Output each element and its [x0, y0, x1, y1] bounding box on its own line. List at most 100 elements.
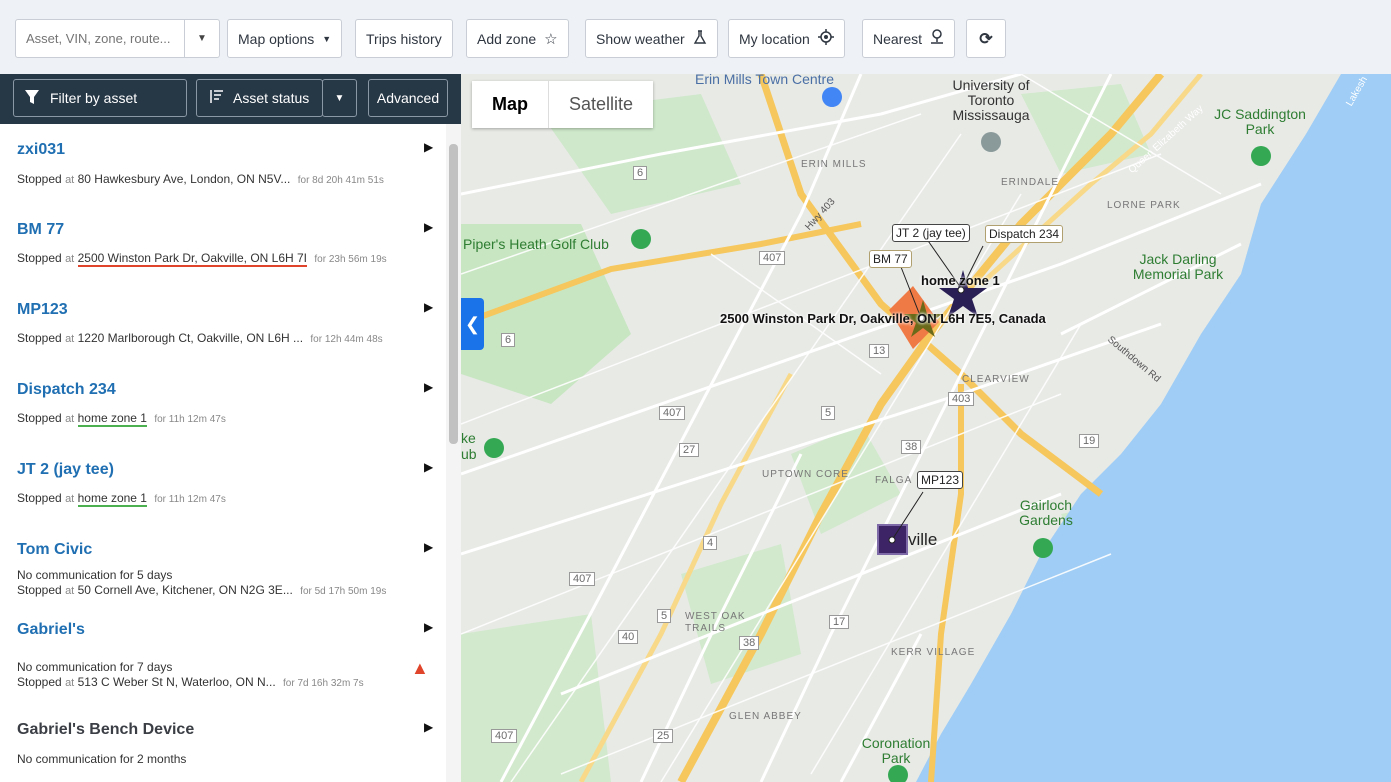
asset-name[interactable]: JT 2 (jay tee) — [17, 461, 114, 479]
duration-text: for 11h 12m 47s — [154, 494, 226, 505]
road-shield: 38 — [901, 440, 922, 454]
nearest-label: Nearest — [873, 30, 923, 47]
scrollbar-thumb[interactable] — [449, 144, 458, 444]
at-text: at — [65, 253, 75, 265]
map-label: Coronation Park — [861, 735, 931, 766]
map-options-button[interactable]: Map options ▼ — [227, 19, 343, 58]
map-label: KERR VILLAGE — [891, 647, 976, 658]
map-label: ERINDALE — [1001, 177, 1060, 188]
asset-marker-label[interactable]: MP123 — [917, 471, 964, 489]
map-label: Gairloch Gardens — [1019, 497, 1073, 528]
zone-star-icon: ☆ — [544, 30, 558, 48]
list-item[interactable]: MP123 ▶ Stopped at 1220 Marlborough Ct, … — [0, 284, 446, 364]
search-input[interactable] — [16, 31, 184, 46]
list-item[interactable]: Tom Civic ▶ No communication for 5 days … — [0, 524, 446, 604]
map-label: ke — [461, 430, 476, 446]
location-text: 80 Hawkesbury Ave, London, ON N5V... — [77, 172, 291, 186]
sort-icon — [209, 89, 224, 107]
asset-status-line: Stopped at 2500 Winston Park Dr, Oakvill… — [17, 251, 387, 267]
zone-link[interactable]: home zone 1 — [77, 411, 147, 427]
panel-header: Filter by asset Asset status ▼ Advanced — [0, 74, 461, 124]
status-text: Stopped — [17, 675, 62, 689]
add-zone-button[interactable]: Add zone ☆ — [466, 19, 569, 58]
map-label: WEST OAK TRAILS — [685, 611, 746, 634]
duration-text: for 11h 12m 47s — [154, 414, 226, 425]
communication-text: No communication for 2 months — [17, 752, 187, 766]
location-link[interactable]: 2500 Winston Park Dr, Oakville, ON L6H 7… — [77, 251, 308, 267]
location-text: 513 C Weber St N, Waterloo, ON N... — [77, 675, 276, 689]
map-label: Piper's Heath Golf Club — [463, 236, 609, 252]
tab-map[interactable]: Map — [472, 81, 549, 128]
road-shield: 5 — [657, 609, 672, 623]
asset-marker-label[interactable]: Dispatch 234 — [985, 225, 1064, 243]
expand-arrow-icon[interactable]: ▶ — [424, 620, 433, 634]
road-shield: 25 — [653, 729, 674, 743]
status-text: Stopped — [17, 491, 62, 505]
map-label: JC Saddington Park — [1214, 106, 1306, 137]
duration-text: for 7d 16h 32m 7s — [283, 678, 364, 689]
asset-name[interactable]: Dispatch 234 — [17, 381, 116, 399]
list-scrollbar[interactable] — [446, 124, 461, 782]
asset-name[interactable]: Tom Civic — [17, 541, 92, 559]
top-toolbar: ▼ Map options ▼ Trips history Add zone ☆… — [0, 0, 1391, 74]
person-pin-icon — [930, 28, 944, 49]
list-item[interactable]: zxi031 ▶ Stopped at 80 Hawkesbury Ave, L… — [0, 124, 446, 204]
asset-marker-label[interactable]: JT 2 (jay tee) — [892, 224, 970, 242]
address-label: 2500 Winston Park Dr, Oakville, ON L6H 7… — [720, 311, 1046, 326]
expand-arrow-icon[interactable]: ▶ — [424, 300, 433, 314]
asset-status-label: Asset status — [233, 90, 310, 106]
collapse-panel-button[interactable]: ❮ — [461, 298, 484, 350]
expand-arrow-icon[interactable]: ▶ — [424, 380, 433, 394]
status-text: Stopped — [17, 251, 62, 265]
at-text: at — [65, 413, 75, 425]
asset-marker-label[interactable]: BM 77 — [869, 250, 912, 268]
refresh-button[interactable]: ⟳ — [966, 19, 1006, 58]
list-item[interactable]: JT 2 (jay tee) ▶ Stopped at home zone 1 … — [0, 444, 446, 524]
expand-arrow-icon[interactable]: ▶ — [424, 220, 433, 234]
road-shield: 38 — [739, 636, 760, 650]
my-location-button[interactable]: My location — [728, 19, 845, 58]
list-item[interactable]: BM 77 ▶ Stopped at 2500 Winston Park Dr,… — [0, 204, 446, 284]
at-text: at — [65, 493, 75, 505]
list-item[interactable]: Gabriel's Bench Device ▶ No communicatio… — [0, 704, 446, 782]
asset-name[interactable]: MP123 — [17, 301, 68, 319]
duration-text: for 12h 44m 48s — [310, 334, 383, 345]
status-text: Stopped — [17, 583, 62, 597]
trips-history-button[interactable]: Trips history — [355, 19, 453, 58]
duration-text: for 5d 17h 50m 19s — [300, 586, 387, 597]
asset-name[interactable]: Gabriel's — [17, 621, 85, 639]
nearest-button[interactable]: Nearest — [862, 19, 956, 58]
asset-name[interactable]: zxi031 — [17, 141, 65, 159]
asset-search[interactable]: ▼ — [15, 19, 220, 58]
map-view[interactable]: 6 407 6 13 407 5 27 38 403 19 4 407 5 17… — [461, 74, 1391, 782]
road-shield: 407 — [659, 406, 686, 420]
filter-by-asset-button[interactable]: Filter by asset — [13, 79, 187, 117]
communication-text: No communication for 5 days — [17, 568, 173, 582]
asset-name[interactable]: BM 77 — [17, 221, 64, 239]
at-text: at — [65, 677, 75, 689]
duration-text: for 23h 56m 19s — [314, 254, 387, 265]
show-weather-button[interactable]: Show weather — [585, 19, 718, 58]
expand-arrow-icon[interactable]: ▶ — [424, 540, 433, 554]
asset-status-button[interactable]: Asset status — [196, 79, 323, 117]
advanced-button[interactable]: Advanced — [368, 79, 448, 117]
asset-status-line: Stopped at 513 C Weber St N, Waterloo, O… — [17, 675, 364, 689]
asset-name[interactable]: Gabriel's Bench Device — [17, 721, 194, 739]
list-item[interactable]: Gabriel's ▶ No communication for 7 days … — [0, 604, 446, 689]
search-dropdown-button[interactable]: ▼ — [184, 20, 219, 57]
road-shield: 13 — [869, 344, 890, 358]
zone-link[interactable]: home zone 1 — [77, 491, 147, 507]
asset-status-line: Stopped at 80 Hawkesbury Ave, London, ON… — [17, 172, 384, 186]
expand-arrow-icon[interactable]: ▶ — [424, 460, 433, 474]
asset-status-dropdown[interactable]: ▼ — [322, 79, 357, 117]
road-shield: 407 — [569, 572, 596, 586]
zone-label: home zone 1 — [921, 273, 1000, 288]
tab-satellite[interactable]: Satellite — [549, 81, 653, 128]
at-text: at — [65, 333, 75, 345]
road-shield: 27 — [679, 443, 700, 457]
list-item[interactable]: Dispatch 234 ▶ Stopped at home zone 1 fo… — [0, 364, 446, 444]
duration-text: for 8d 20h 41m 51s — [297, 175, 384, 186]
map-label: LORNE PARK — [1107, 200, 1181, 211]
expand-arrow-icon[interactable]: ▶ — [424, 140, 433, 154]
expand-arrow-icon[interactable]: ▶ — [424, 720, 433, 734]
